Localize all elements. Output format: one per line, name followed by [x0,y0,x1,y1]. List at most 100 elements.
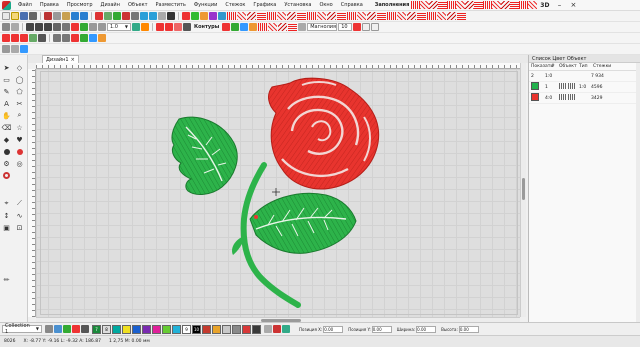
color-chip[interactable] [142,324,151,334]
bookmark-icon[interactable]: ▣ [2,223,11,232]
color-chip[interactable]: 10 [192,324,201,334]
menu-design[interactable]: Дизайн [97,2,124,8]
stitch-type-13-icon[interactable] [347,12,356,20]
right-leaf[interactable] [249,192,357,254]
green-tool-icon[interactable] [113,12,121,20]
fill-motif-icon[interactable] [456,1,466,9]
close-icon[interactable]: × [566,0,580,11]
red-dot-icon[interactable] [15,147,24,156]
gear-icon[interactable]: ⚙ [2,159,11,168]
red-swatch[interactable] [531,93,539,101]
ellipse-icon[interactable]: ◯ [15,75,24,84]
offset-icon[interactable] [98,34,106,42]
fill-tatami-icon[interactable] [420,1,430,9]
pen-icon[interactable]: ✎ [2,87,11,96]
eraser-icon[interactable]: ⌫ [2,123,12,132]
palette-settings-icon[interactable] [264,325,272,333]
color-chip[interactable] [212,324,221,334]
color-collection-select[interactable]: Collection 1 ▼ [2,323,42,335]
fill-bucket-icon[interactable]: ◆ [2,135,11,144]
tool-a-icon[interactable] [182,12,190,20]
print-icon[interactable] [29,12,37,20]
hoop-view-icon[interactable] [20,45,28,53]
color-chip[interactable]: 9 [182,324,191,334]
hoop-icon[interactable] [104,12,112,20]
fill-stipple-icon[interactable] [519,1,529,9]
stitch-type-5-icon[interactable] [267,12,276,20]
push-pin-icon[interactable]: ⌖ [2,199,11,208]
rotate-icon[interactable] [98,23,106,31]
green-swatch[interactable] [531,82,539,90]
stitch-type-6-icon[interactable] [277,12,286,20]
zoom-out-icon[interactable] [149,12,157,20]
menu-view[interactable]: Просмотр [63,2,97,8]
fill-zigzag-icon[interactable] [501,1,511,9]
stitch-type-2-icon[interactable] [237,12,246,20]
show-stitches-icon[interactable] [167,12,175,20]
red-swatch-icon[interactable] [71,23,79,31]
visible-icon[interactable] [559,83,567,89]
vertical-scrollbar[interactable] [520,63,526,317]
fill-pattern-icon[interactable] [438,1,448,9]
outline-icon[interactable] [89,34,97,42]
input-a-icon[interactable] [2,34,10,42]
red-thread-icon[interactable] [95,12,103,20]
stitch-type-21-icon[interactable] [427,12,436,20]
palette-menu-icon[interactable] [45,325,53,333]
fill-net-icon[interactable] [510,1,520,9]
green-swatch-icon[interactable] [80,23,88,31]
height-field[interactable]: 0.00 [458,325,479,333]
fill-contour-icon[interactable] [474,1,484,9]
mirror-icon[interactable] [89,23,97,31]
panel-scrollbar[interactable] [636,63,640,322]
knife-icon[interactable]: ⟋ [15,199,24,208]
pos-y-field[interactable]: 0.00 [371,325,392,333]
color-chip[interactable] [132,324,141,334]
left-leaf[interactable] [171,116,238,195]
size-combo[interactable]: 10 [338,23,353,31]
menu-arrange[interactable]: Разместить [152,2,190,8]
align-left-icon[interactable] [26,23,34,31]
text-icon[interactable]: A [2,99,11,108]
input-d-icon[interactable] [29,34,37,42]
font-icon[interactable] [298,23,307,31]
tool-d-icon[interactable] [209,12,217,20]
color-row-2[interactable]: 4:0 3429 [529,93,640,104]
grid-icon[interactable] [158,12,166,20]
tool-b-icon[interactable] [191,12,199,20]
stitch-type-1-icon[interactable] [227,12,236,20]
fill-wave-icon[interactable] [492,1,502,9]
layers-icon[interactable] [11,45,19,53]
save-icon[interactable] [20,12,28,20]
menu-functions[interactable]: Функции [190,2,221,8]
color-chip[interactable] [172,324,181,334]
menu-stitch[interactable]: Стежок [221,2,249,8]
stitch-type-11-icon[interactable] [327,12,336,20]
contour-red-icon[interactable] [222,23,231,31]
input-e-icon[interactable] [38,34,46,42]
menu-edit[interactable]: Правка [36,2,63,8]
stitch-type-17-icon[interactable] [387,12,396,20]
stitch-tool-icon[interactable] [122,12,130,20]
fill-cross-icon[interactable] [465,1,475,9]
join-icon[interactable] [80,34,88,42]
stitch-type-18-icon[interactable] [397,12,406,20]
eyedropper-icon[interactable] [81,325,89,333]
color-chip[interactable] [242,324,251,334]
letter-tool-icon[interactable] [156,23,164,31]
font-combo[interactable]: Магнолия▼ [307,23,341,31]
fill-radial-icon[interactable] [447,1,457,9]
shirt-icon[interactable] [54,325,62,333]
break-icon[interactable] [71,34,79,42]
monogram-icon[interactable] [165,23,173,31]
view-icon[interactable] [2,45,10,53]
pencil-icon[interactable]: ✏ [2,275,11,284]
stitch-type-22-icon[interactable] [437,12,446,20]
new-icon[interactable] [2,12,10,20]
pos-x-field[interactable]: 0.00 [323,325,344,333]
highlight-icon[interactable] [141,23,149,31]
target-icon[interactable]: ◎ [15,159,24,168]
group-icon[interactable] [62,23,70,31]
stitch-type-19-icon[interactable] [407,12,416,20]
trim-icon[interactable] [62,34,70,42]
